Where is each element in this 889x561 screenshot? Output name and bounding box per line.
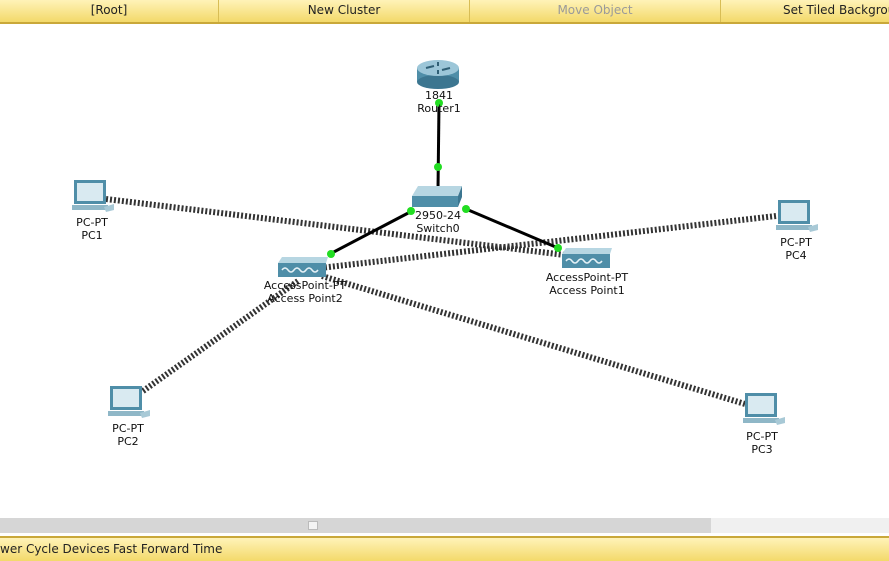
switch0-label: 2950-24 Switch0 — [415, 209, 461, 235]
ap2-name: Access Point2 — [267, 292, 343, 305]
set-tiled-background-button[interactable]: Set Tiled Backgrou — [721, 0, 889, 22]
pc3-label: PC-PT PC3 — [746, 430, 778, 456]
pc2-name: PC2 — [117, 435, 139, 448]
router1-model: 1841 — [424, 89, 453, 102]
root-button[interactable]: [Root] — [0, 0, 219, 22]
move-object-button[interactable]: Move Object — [470, 0, 721, 22]
cable-switch0-ap2 — [329, 209, 413, 256]
ap2-model: AccessPoint-PT — [263, 279, 347, 292]
switch0-name: Switch0 — [416, 222, 460, 235]
switch-icon[interactable] — [412, 186, 462, 207]
realtime-toolbar: wer Cycle Devices Fast Forward Time — [0, 536, 889, 561]
link-light — [554, 244, 562, 252]
fast-forward-time-button[interactable]: Fast Forward Time — [113, 538, 222, 561]
router1-label: 1841 Router1 — [417, 89, 460, 115]
scrollbar-track[interactable] — [0, 518, 711, 533]
pc-icon[interactable] — [72, 180, 114, 212]
link-light — [327, 250, 335, 258]
pc3-model: PC-PT — [746, 430, 778, 443]
new-cluster-button[interactable]: New Cluster — [219, 0, 470, 22]
switch0-model: 2950-24 — [415, 209, 461, 222]
horizontal-scrollbar[interactable] — [0, 518, 889, 533]
pc1-label: PC-PT PC1 — [76, 216, 108, 242]
access-point-icon[interactable] — [278, 257, 328, 277]
ap2-label: AccessPoint-PT Access Point2 — [264, 279, 346, 305]
pc-icon[interactable] — [743, 393, 785, 425]
pc4-name: PC4 — [785, 249, 807, 262]
scrollbar-thumb[interactable] — [308, 521, 318, 530]
pc2-label: PC-PT PC2 — [112, 422, 144, 448]
link-light — [462, 205, 470, 213]
wireless-link-pc3-ap2 — [321, 273, 746, 407]
link-light — [434, 163, 442, 171]
link-light — [407, 207, 415, 215]
pc4-model: PC-PT — [780, 236, 812, 249]
ap1-label: AccessPoint-PT Access Point1 — [546, 271, 628, 297]
pc2-model: PC-PT — [112, 422, 144, 435]
router1-name: Router1 — [417, 102, 461, 115]
pc-icon[interactable] — [776, 200, 818, 232]
ap1-name: Access Point1 — [549, 284, 625, 297]
router-icon[interactable] — [417, 60, 459, 89]
logical-workspace[interactable]: 1841 Router1 2950-24 Switch0 AccessPoint… — [0, 24, 889, 518]
pc1-name: PC1 — [81, 229, 103, 242]
pc3-name: PC3 — [751, 443, 773, 456]
access-point-icon[interactable] — [562, 248, 612, 268]
power-cycle-devices-button[interactable]: wer Cycle Devices — [0, 538, 110, 561]
ap1-model: AccessPoint-PT — [545, 271, 629, 284]
pc4-label: PC-PT PC4 — [780, 236, 812, 262]
pc1-model: PC-PT — [76, 216, 108, 229]
cable-router1-switch0 — [436, 102, 441, 191]
workspace-toolbar: [Root] New Cluster Move Object Set Tiled… — [0, 0, 889, 24]
